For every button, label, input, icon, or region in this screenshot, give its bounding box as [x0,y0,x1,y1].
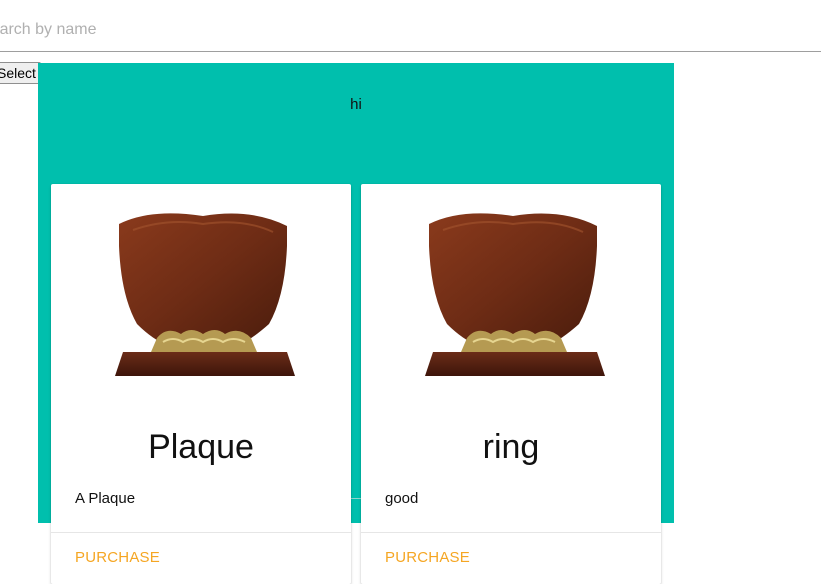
hero-text: hi [350,96,362,113]
card-title: ring [482,428,540,466]
product-card: Plaque A Plaque PURCHASE [51,184,351,584]
search-input[interactable] [0,14,812,46]
search-bar [0,0,821,52]
select-button[interactable]: Select [0,62,41,84]
divider [361,532,661,533]
product-card: ring good PURCHASE [361,184,661,584]
card-description: good [385,490,419,507]
divider [51,532,351,533]
card-description: A Plaque [75,490,136,507]
purchase-button[interactable]: PURCHASE [385,549,470,566]
card-title: Plaque [148,428,254,466]
trophy-plaque-image [115,213,295,376]
purchase-button[interactable]: PURCHASE [75,549,160,566]
trophy-plaque-image [425,213,605,376]
